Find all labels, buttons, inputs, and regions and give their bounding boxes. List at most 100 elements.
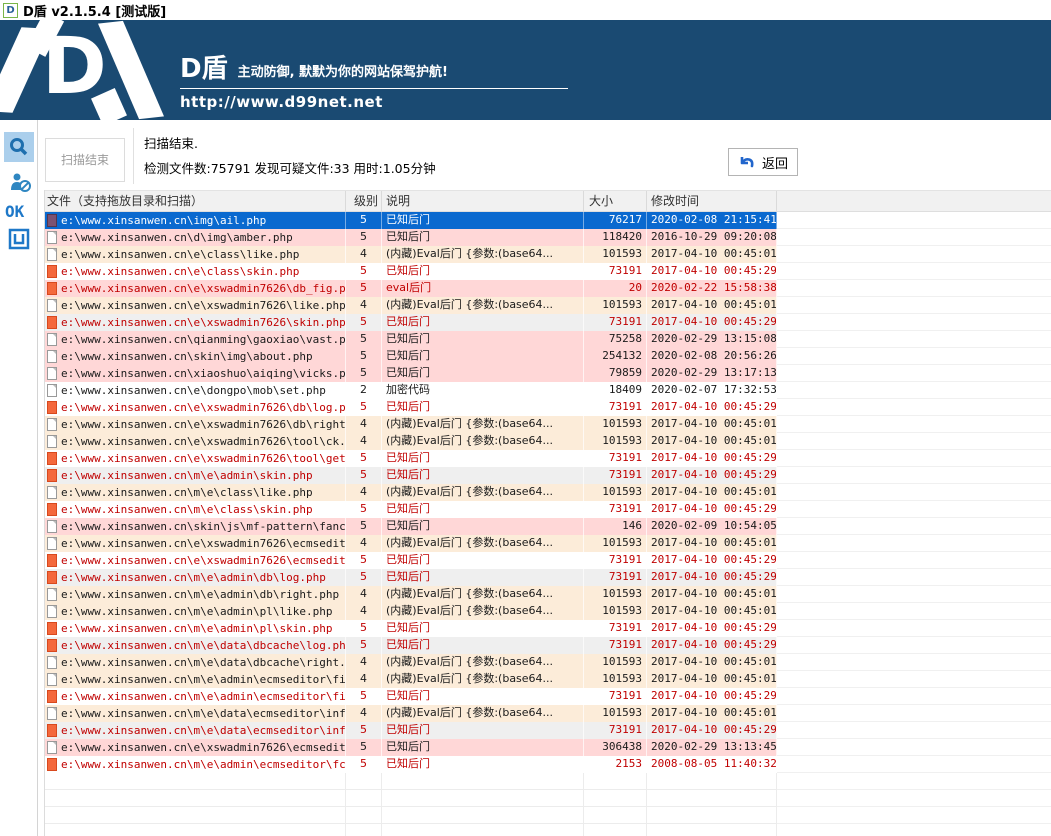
file-path: e:\www.xinsanwen.cn\d\img\amber.php [61,230,293,244]
table-row[interactable]: e:\www.xinsanwen.cn\qianming\gaoxiao\vas… [45,331,1051,348]
user-block-icon [11,173,31,192]
table-row[interactable]: e:\www.xinsanwen.cn\e\xswadmin7626\db_fi… [45,280,1051,297]
file-type-icon [47,605,57,618]
file-path: e:\www.xinsanwen.cn\e\xswadmin7626\skin.… [61,315,345,329]
file-path: e:\www.xinsanwen.cn\e\dongpo\mob\set.php [61,383,326,397]
file-type-icon [47,469,57,482]
column-header-level[interactable]: 级别 [346,191,382,211]
empty-row [45,773,1051,790]
file-type-icon [47,435,57,448]
table-row[interactable]: e:\www.xinsanwen.cn\m\e\admin\db\right.p… [45,586,1051,603]
file-path: e:\www.xinsanwen.cn\skin\img\about.php [61,349,313,363]
table-row[interactable]: e:\www.xinsanwen.cn\e\class\skin.php 5 已知后… [45,263,1051,280]
table-row[interactable]: e:\www.xinsanwen.cn\e\xswadmin7626\skin.… [45,314,1051,331]
file-type-icon [47,214,57,227]
file-type-icon [47,452,57,465]
table-row[interactable]: e:\www.xinsanwen.cn\e\xswadmin7626\ecmse… [45,739,1051,756]
table-row[interactable]: e:\www.xinsanwen.cn\e\class\like.php 4 (内藏… [45,246,1051,263]
file-path: e:\www.xinsanwen.cn\m\e\admin\skin.php [61,468,313,482]
toolbar-divider [133,128,134,184]
file-path: e:\www.xinsanwen.cn\img\ail.php [61,213,267,227]
table-row[interactable]: e:\www.xinsanwen.cn\m\e\admin\db\log.php… [45,569,1051,586]
column-header-file[interactable]: 文件（支持拖放目录和扫描） [45,191,346,211]
file-type-icon [47,520,57,533]
file-path: e:\www.xinsanwen.cn\e\class\skin.php [61,264,300,278]
column-header-mtime[interactable]: 修改时间 [647,191,777,211]
empty-row [45,790,1051,807]
table-row[interactable]: e:\www.xinsanwen.cn\e\xswadmin7626\tool\… [45,433,1051,450]
table-row[interactable]: e:\www.xinsanwen.cn\m\e\admin\skin.php 5 已… [45,467,1051,484]
column-header-size[interactable]: 大小 [584,191,647,211]
file-type-icon [47,690,57,703]
brand-divider [180,88,568,89]
brand-url: http://www.d99net.net [180,93,383,111]
table-row[interactable]: e:\www.xinsanwen.cn\m\e\admin\ecmseditor… [45,671,1051,688]
table-row[interactable]: e:\www.xinsanwen.cn\e\xswadmin7626\ecmse… [45,535,1051,552]
sidebar-item-scan[interactable] [4,132,34,162]
title-bar: D D盾 v2.1.5.4 [测试版] [0,0,1051,20]
scan-status-button[interactable]: 扫描结束 [45,138,125,182]
file-path: e:\www.xinsanwen.cn\e\xswadmin7626\ecmse… [61,536,345,550]
sidebar-item-window[interactable] [8,228,30,250]
file-type-icon [47,554,57,567]
app-icon: D [3,2,18,18]
file-path: e:\www.xinsanwen.cn\e\class\like.php [61,247,300,261]
file-path: e:\www.xinsanwen.cn\m\e\admin\db\log.php [61,570,326,584]
table-row[interactable]: e:\www.xinsanwen.cn\xiaoshuo\aiqing\vick… [45,365,1051,382]
file-path: e:\www.xinsanwen.cn\m\e\class\skin.php [61,502,313,516]
file-type-icon [47,367,57,380]
column-header-desc[interactable]: 说明 [382,191,584,211]
status-line-2: 检测文件数:75791 发现可疑文件:33 用时:1.05分钟 [144,161,436,176]
table-row[interactable]: e:\www.xinsanwen.cn\m\e\data\dbcache\log… [45,637,1051,654]
toolbar: 扫描结束 扫描结束. 检测文件数:75791 发现可疑文件:33 用时:1.05… [39,120,1051,190]
dshield-logo-icon: D [0,20,175,120]
table-row[interactable]: e:\www.xinsanwen.cn\m\e\data\ecmseditor\… [45,705,1051,722]
table-row[interactable]: e:\www.xinsanwen.cn\m\e\admin\pl\skin.ph… [45,620,1051,637]
table-row[interactable]: e:\www.xinsanwen.cn\e\xswadmin7626\like.… [45,297,1051,314]
undo-arrow-icon [740,157,754,168]
window-title: D盾 v2.1.5.4 [测试版] [23,4,167,20]
file-type-icon [47,231,57,244]
table-row[interactable]: e:\www.xinsanwen.cn\skin\img\about.php 5 已… [45,348,1051,365]
app-banner: D D盾 主动防御, 默默为你的网站保驾护航! http://www.d99ne… [0,20,1051,120]
file-path: e:\www.xinsanwen.cn\m\e\data\dbcache\log… [61,638,345,652]
file-type-icon [47,656,57,669]
table-row[interactable]: e:\www.xinsanwen.cn\e\xswadmin7626\ecmse… [45,552,1051,569]
file-path: e:\www.xinsanwen.cn\e\xswadmin7626\ecmse… [61,740,345,754]
table-row[interactable]: e:\www.xinsanwen.cn\skin\js\mf-pattern\f… [45,518,1051,535]
table-row[interactable]: e:\www.xinsanwen.cn\d\img\amber.php 5 已知后门… [45,229,1051,246]
table-row[interactable]: e:\www.xinsanwen.cn\m\e\admin\ecmseditor… [45,688,1051,705]
table-row[interactable]: e:\www.xinsanwen.cn\m\e\class\like.php 4(… [45,484,1051,501]
file-type-icon [47,622,57,635]
table-row[interactable]: e:\www.xinsanwen.cn\e\xswadmin7626\db\lo… [45,399,1051,416]
file-type-icon [47,724,57,737]
empty-row [45,824,1051,836]
brand-name: D盾 [180,54,228,84]
return-button[interactable]: 返回 [728,148,798,176]
return-button-label: 返回 [761,156,788,172]
file-type-icon [47,503,57,516]
sidebar-item-user-block[interactable] [8,170,32,194]
file-path: e:\www.xinsanwen.cn\e\xswadmin7626\like.… [61,298,345,312]
file-path: e:\www.xinsanwen.cn\e\xswadmin7626\db_fi… [61,281,345,295]
window-icon [8,228,30,250]
table-row[interactable]: e:\www.xinsanwen.cn\e\dongpo\mob\set.php… [45,382,1051,399]
table-row[interactable]: e:\www.xinsanwen.cn\e\xswadmin7626\tool\… [45,450,1051,467]
sidebar-item-ok[interactable]: OK [5,202,24,221]
table-header: 文件（支持拖放目录和扫描） 级别 说明 大小 修改时间 [45,190,1051,212]
table-row[interactable]: e:\www.xinsanwen.cn\m\e\data\ecmseditor\… [45,722,1051,739]
table-row[interactable]: e:\www.xinsanwen.cn\img\ail.php 5 已知后门 7621… [45,212,1051,229]
search-icon [10,138,28,156]
table-row[interactable]: e:\www.xinsanwen.cn\m\e\admin\ecmseditor… [45,756,1051,773]
file-type-icon [47,282,57,295]
table-row[interactable]: e:\www.xinsanwen.cn\m\e\admin\pl\like.ph… [45,603,1051,620]
file-path: e:\www.xinsanwen.cn\m\e\data\dbcache\rig… [61,655,345,669]
table-row[interactable]: e:\www.xinsanwen.cn\e\xswadmin7626\db\ri… [45,416,1051,433]
file-path: e:\www.xinsanwen.cn\e\xswadmin7626\tool\… [61,451,345,465]
scan-status-text: 扫描结束. 检测文件数:75791 发现可疑文件:33 用时:1.05分钟 [144,131,436,181]
table-row[interactable]: e:\www.xinsanwen.cn\m\e\data\dbcache\rig… [45,654,1051,671]
file-path: e:\www.xinsanwen.cn\m\e\admin\ecmseditor… [61,672,345,686]
column-header-filler [777,191,1051,211]
logo-letter: D [42,22,107,112]
table-row[interactable]: e:\www.xinsanwen.cn\m\e\class\skin.php 5 已… [45,501,1051,518]
